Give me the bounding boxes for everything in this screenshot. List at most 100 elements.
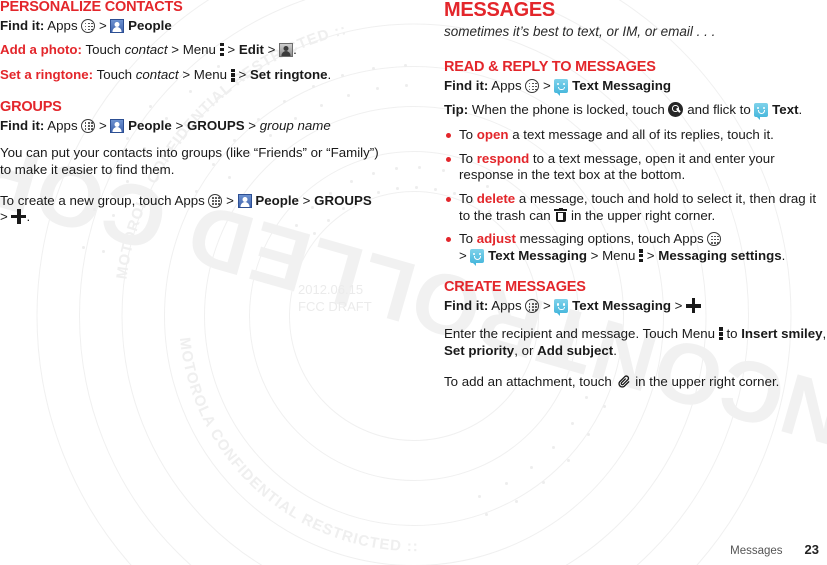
menu-overflow-icon: [230, 68, 235, 82]
heading-read-reply-to-messages: Read & reply to messages: [444, 59, 656, 75]
text-messaging-icon: [754, 102, 769, 120]
set-ringtone-contact: contact: [135, 67, 179, 83]
people-label: People: [255, 192, 299, 208]
set-ringtone-menu-word: Menu: [193, 67, 228, 83]
gt-separator: >: [182, 67, 191, 83]
findit-text-messaging: Text Messaging: [572, 298, 671, 314]
chapter-title-messages: Messages: [444, 0, 555, 21]
insert-smiley-label: Insert smiley: [741, 325, 823, 341]
findit-people-label: People: [128, 117, 172, 133]
people-icon: [237, 193, 252, 208]
findit-personalize-contacts: Find it: Apps > People: [0, 18, 383, 35]
gt-separator: >: [590, 247, 599, 263]
menu-overflow-icon: [718, 327, 723, 341]
people-icon: [110, 19, 125, 33]
period: .: [798, 101, 803, 117]
list-item: To adjust messaging options, touch Apps …: [444, 231, 827, 266]
gt-separator: >: [543, 298, 551, 314]
right-column: Messages sometimes it’s best to text, or…: [444, 0, 827, 400]
chapter-subtitle: sometimes it’s best to text, or IM, or e…: [444, 24, 716, 39]
add-photo-touch: Touch: [85, 41, 121, 57]
page-footer: Messages 23: [730, 542, 819, 557]
gt-separator: >: [99, 18, 107, 33]
findit-apps-word: Apps: [491, 78, 522, 93]
apps-icon: [707, 232, 722, 247]
tip-text-mid: and flick to: [687, 101, 751, 117]
trash-can-icon: [554, 207, 568, 223]
comma: ,: [822, 325, 827, 341]
findit-apps-word: Apps: [47, 117, 78, 133]
create-messages-paragraph-1: Enter the recipient and message. Touch M…: [444, 326, 827, 359]
people-icon: [110, 118, 125, 133]
period: .: [781, 247, 786, 263]
period: .: [293, 41, 297, 57]
groups-paragraph-1: You can put your contacts into groups (l…: [0, 145, 379, 177]
bullet-pre: To: [459, 150, 477, 166]
apps-icon: [525, 79, 540, 93]
bullet-menu-word: Menu: [602, 247, 636, 263]
gt-separator: >: [646, 247, 655, 263]
groups-paragraph-2: To create a new group, touch Apps > Peop…: [0, 193, 383, 226]
text-messaging-icon: [554, 299, 569, 317]
period: .: [327, 67, 332, 83]
findit-label: Find it:: [444, 78, 489, 93]
left-column: Personalize contacts Find it: Apps > Peo…: [0, 0, 383, 235]
findit-create-messages: Find it: Apps > Text Messaging >: [444, 298, 827, 317]
add-photo-label: Add a photo:: [0, 41, 82, 57]
photo-avatar-icon: [279, 42, 294, 57]
set-ringtone-label: Set a ringtone:: [0, 67, 94, 83]
list-item: To delete a message, touch and hold to s…: [444, 191, 827, 224]
findit-apps-word: Apps: [47, 18, 78, 33]
gt-separator: >: [674, 298, 683, 314]
menu-overflow-icon: [219, 43, 224, 57]
add-photo-edit: Edit: [238, 41, 264, 57]
paperclip-icon: [616, 373, 632, 389]
findit-read-reply: Find it: Apps > Text Messaging: [444, 78, 827, 96]
bullet-keyword: delete: [476, 190, 516, 206]
findit-apps-word: Apps: [491, 298, 522, 314]
heading-create-messages: Create messages: [444, 279, 586, 296]
list-item: To open a text message and all of its re…: [444, 127, 827, 144]
attachment-text-post: in the upper right corner.: [635, 374, 780, 390]
footer-page-number: 23: [804, 542, 819, 557]
bullet-keyword: adjust: [476, 231, 516, 247]
bullet-post-b: in the upper right corner.: [567, 207, 716, 223]
tip-locked-phone: Tip: When the phone is locked, touch and…: [444, 101, 827, 120]
bullet-keyword: open: [476, 127, 509, 143]
bullet-pre: To: [459, 127, 477, 143]
gt-separator: >: [227, 41, 236, 57]
findit-groups-tab: GROUPS: [186, 117, 245, 133]
tip-text-target: Text: [772, 101, 799, 117]
tip-text-pre: When the phone is locked, touch: [471, 101, 665, 117]
apps-icon: [525, 299, 540, 314]
text-messaging-icon: [554, 79, 569, 96]
findit-groups: Find it: Apps > People > GROUPS > group …: [0, 118, 383, 135]
gt-separator: >: [0, 209, 8, 225]
findit-label: Find it:: [0, 18, 45, 33]
findit-label: Find it:: [0, 117, 45, 133]
gt-separator: >: [267, 41, 276, 57]
plus-icon: [11, 209, 27, 225]
create-messages-paragraph-2: To add an attachment, touch in the upper…: [444, 373, 827, 391]
bullet-pre: To: [459, 231, 477, 247]
gt-separator: >: [248, 117, 257, 133]
add-photo-menu-word: Menu: [182, 41, 216, 57]
period: .: [26, 209, 31, 225]
gt-separator: >: [543, 78, 551, 93]
gt-separator: >: [99, 117, 107, 133]
text-messaging-icon: [470, 248, 485, 266]
heading-groups: Groups: [0, 98, 62, 115]
set-priority-label: Set priority: [444, 342, 515, 358]
menu-overflow-icon: [639, 249, 644, 263]
period: .: [613, 342, 617, 358]
set-ringtone-step: Set a ringtone: Touch contact > Menu > S…: [0, 67, 383, 84]
gt-separator: >: [302, 192, 311, 208]
apps-icon: [81, 118, 96, 133]
attachment-text-pre: To add an attachment, touch: [444, 374, 612, 390]
gt-separator: >: [238, 67, 247, 83]
bullet-text-messaging: Text Messaging: [488, 247, 587, 263]
gt-separator: >: [459, 247, 467, 263]
messaging-settings-label: Messaging settings: [658, 247, 782, 263]
findit-people-label: People: [128, 18, 172, 33]
add-photo-contact: contact: [124, 41, 168, 57]
